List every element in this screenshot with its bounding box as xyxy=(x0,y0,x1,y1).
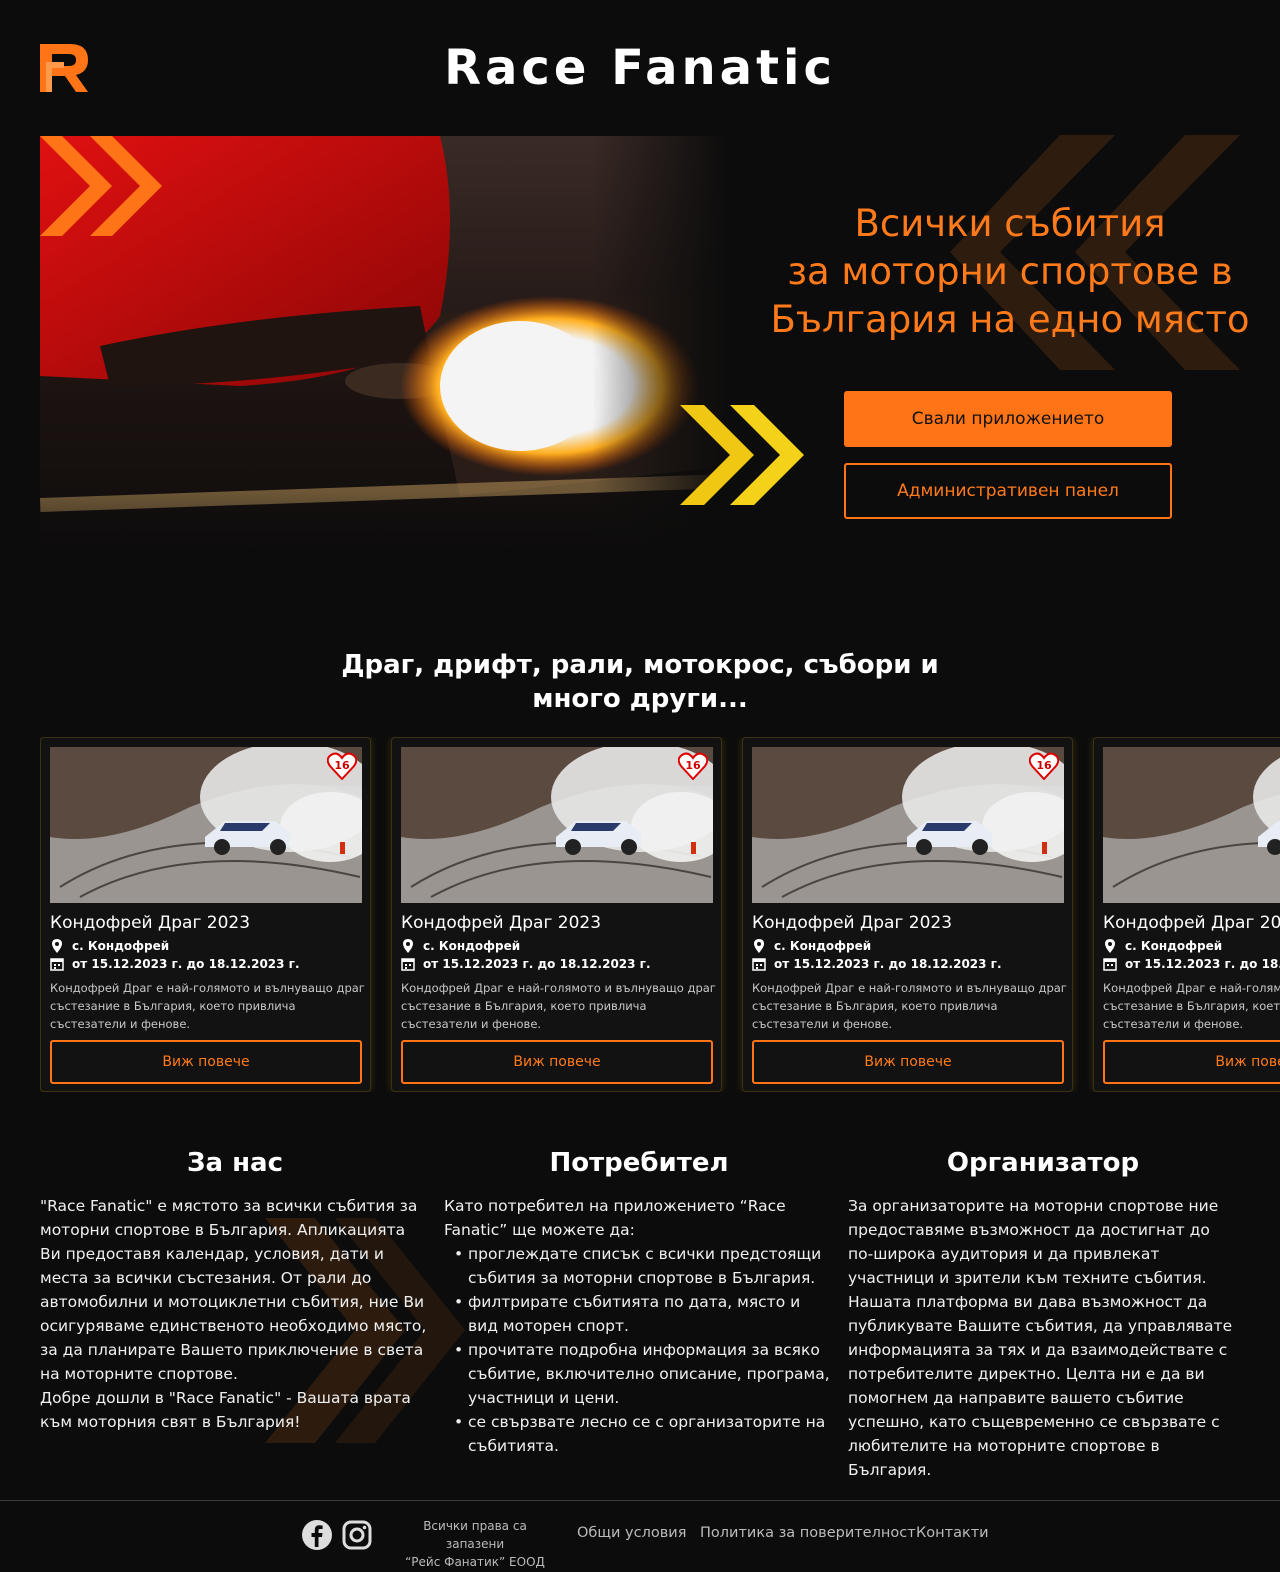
event-dates-text: от 15.12.2023 г. до 18.12.2023 г. xyxy=(423,957,651,971)
user-features-list: проглеждате списък с всички предстоящи с… xyxy=(454,1242,834,1458)
hero-heading: Всички събития за моторни спортове в Бъл… xyxy=(760,200,1260,344)
event-description: Кондофрей Драг е най-голямото и вълнуващ… xyxy=(50,981,365,1031)
event-location-text: с. Кондофрей xyxy=(72,939,170,953)
view-more-button[interactable]: Виж повече xyxy=(401,1040,713,1084)
view-more-button[interactable]: Виж повече xyxy=(1103,1040,1280,1084)
calendar-icon xyxy=(401,958,415,971)
calendar-icon xyxy=(1103,958,1117,971)
event-dates-text: от 15.12.2023 г. до 18.12.2023 г. xyxy=(1125,957,1280,971)
event-description: Кондофрей Драг е най-голямото и вълнуващ… xyxy=(1103,981,1280,1031)
location-pin-icon xyxy=(403,939,413,953)
about-title: За нас xyxy=(187,1148,283,1178)
user-section: Потребител Като потребител на приложение… xyxy=(444,1148,834,1458)
privacy-link[interactable]: Политика за поверителност xyxy=(700,1525,916,1541)
event-location: с. Кондофрей xyxy=(752,939,871,953)
events-heading-line-1: Драг, дрифт, рали, мотокрос, събори и xyxy=(341,650,939,680)
favorite-heart-icon[interactable]: 16 xyxy=(1028,752,1060,781)
location-pin-icon xyxy=(52,939,62,953)
list-item: се свързвате лесно се с организаторите н… xyxy=(454,1410,834,1458)
favorite-count: 16 xyxy=(1036,759,1052,772)
hero-heading-line-1: Всички събития xyxy=(854,202,1166,245)
events-heading-line-2: много други... xyxy=(532,684,748,714)
event-dates-text: от 15.12.2023 г. до 18.12.2023 г. xyxy=(774,957,1002,971)
event-title: Кондофрей Драг 2023 xyxy=(50,913,251,933)
organizer-text: За организаторите на моторни спортове ни… xyxy=(848,1197,1233,1479)
contacts-link[interactable]: Контакти xyxy=(916,1525,989,1541)
event-dates-text: от 15.12.2023 г. до 18.12.2023 г. xyxy=(72,957,300,971)
favorite-heart-icon[interactable]: 16 xyxy=(677,752,709,781)
copyright-line-2: “Рейс Фанатик” ЕООД xyxy=(405,1555,545,1569)
chevrons-decoration-icon xyxy=(40,136,162,236)
list-item: прочитате подробна информация за всяко с… xyxy=(454,1338,834,1410)
hero-heading-line-3: България на едно място xyxy=(770,298,1250,341)
organizer-section: Организатор За организаторите на моторни… xyxy=(848,1148,1238,1482)
favorite-count: 16 xyxy=(685,759,701,772)
favorite-heart-icon[interactable]: 16 xyxy=(326,752,358,781)
event-image: 16 xyxy=(401,747,713,903)
facebook-icon[interactable] xyxy=(301,1519,333,1551)
about-section: За нас "Race Fanatic" е мястото за всичк… xyxy=(40,1148,430,1434)
event-image: 16 xyxy=(1103,747,1280,903)
list-item: филтрирате събитията по дата, място и ви… xyxy=(454,1290,834,1338)
event-title: Кондофрей Драг 2023 xyxy=(401,913,602,933)
event-card[interactable]: 16 Кондофрей Драг 2023 с. Кондофрей от 1… xyxy=(742,737,1073,1092)
event-dates: от 15.12.2023 г. до 18.12.2023 г. xyxy=(50,957,300,971)
event-location: с. Кондофрей xyxy=(401,939,520,953)
footer: Всички права са запазени “Рейс Фанатик” … xyxy=(0,1501,1280,1572)
admin-panel-button[interactable]: Административен панел xyxy=(844,463,1172,519)
event-location: с. Кондофрей xyxy=(50,939,169,953)
event-location-text: с. Кондофрей xyxy=(1125,939,1223,953)
event-description: Кондофрей Драг е най-голямото и вълнуващ… xyxy=(401,981,716,1031)
event-dates: от 15.12.2023 г. до 18.12.2023 г. xyxy=(1103,957,1280,971)
location-pin-icon xyxy=(754,939,764,953)
calendar-icon xyxy=(752,958,766,971)
event-description: Кондофрей Драг е най-голямото и вълнуващ… xyxy=(752,981,1067,1031)
event-card[interactable]: 16 Кондофрей Драг 2023 с. Кондофрей от 1… xyxy=(1093,737,1280,1092)
chevrons-yellow-icon xyxy=(680,405,804,505)
events-carousel[interactable]: 16 Кондофрей Драг 2023 с. Кондофрей от 1… xyxy=(40,737,1280,1092)
favorite-count: 16 xyxy=(334,759,350,772)
event-dates: от 15.12.2023 г. до 18.12.2023 г. xyxy=(401,957,651,971)
site-title: Race Fanatic xyxy=(444,40,836,96)
copyright-line-1: Всички права са запазени xyxy=(423,1519,527,1551)
copyright-text: Всички права са запазени “Рейс Фанатик” … xyxy=(394,1517,556,1571)
events-heading: Драг, дрифт, рали, мотокрос, събори и мн… xyxy=(0,648,1280,716)
event-title: Кондофрей Драг 2023 xyxy=(752,913,953,933)
event-card[interactable]: 16 Кондофрей Драг 2023 с. Кондофрей от 1… xyxy=(391,737,722,1092)
event-card[interactable]: 16 Кондофрей Драг 2023 с. Кондофрей от 1… xyxy=(40,737,371,1092)
event-location-text: с. Кондофрей xyxy=(423,939,521,953)
calendar-icon xyxy=(50,958,64,971)
view-more-button[interactable]: Виж повече xyxy=(752,1040,1064,1084)
user-intro: Като потребител на приложението “Race Fa… xyxy=(444,1197,786,1239)
event-title: Кондофрей Драг 2023 xyxy=(1103,913,1280,933)
user-title: Потребител xyxy=(549,1148,729,1178)
about-welcome: Добре дошли в "Race Fanatic" - Вашата вр… xyxy=(40,1389,411,1431)
view-more-button[interactable]: Виж повече xyxy=(50,1040,362,1084)
event-location: с. Кондофрей xyxy=(1103,939,1222,953)
organizer-title: Организатор xyxy=(946,1148,1140,1178)
event-image: 16 xyxy=(752,747,1064,903)
about-text: "Race Fanatic" е мястото за всички събит… xyxy=(40,1197,427,1383)
download-app-button[interactable]: Свали приложението xyxy=(844,391,1172,447)
terms-link[interactable]: Общи условия xyxy=(577,1525,686,1541)
hero-heading-line-2: за моторни спортове в xyxy=(787,250,1233,293)
instagram-icon[interactable] xyxy=(341,1519,373,1551)
list-item: проглеждате списък с всички предстоящи с… xyxy=(454,1242,834,1290)
event-dates: от 15.12.2023 г. до 18.12.2023 г. xyxy=(752,957,1002,971)
event-location-text: с. Кондофрей xyxy=(774,939,872,953)
event-image: 16 xyxy=(50,747,362,903)
location-pin-icon xyxy=(1105,939,1115,953)
